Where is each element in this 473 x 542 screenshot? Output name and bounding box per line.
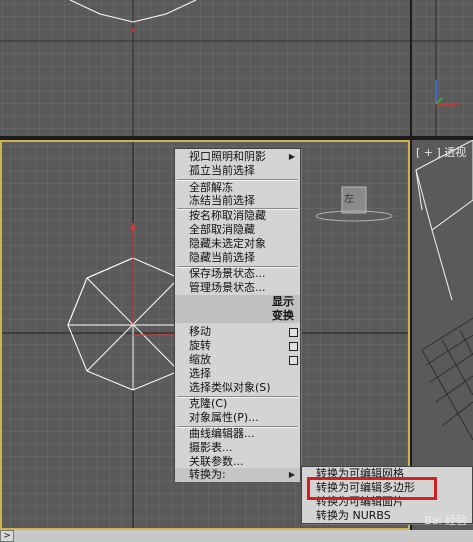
options-box-icon[interactable]: [289, 356, 298, 365]
menu-item-unhide-by-name[interactable]: 按名称取消隐藏: [175, 209, 300, 223]
submenu-arrow-icon: ▶: [288, 152, 295, 161]
menu-item-rotate[interactable]: 旋转: [175, 339, 300, 353]
menu-item-wire-parameters[interactable]: 关联参数...: [175, 455, 300, 469]
viewport-top[interactable]: [0, 0, 410, 136]
menu-header-display: 显示: [175, 295, 300, 309]
menu-item-label: 视口照明和阴影: [189, 150, 266, 163]
menu-header-transform: 变换: [175, 309, 300, 323]
expand-arrow-icon[interactable]: >: [0, 530, 14, 542]
menu-item-freeze-selection[interactable]: 冻结当前选择: [175, 194, 300, 208]
viewport-front[interactable]: [412, 0, 473, 136]
menu-item-scale[interactable]: 缩放: [175, 353, 300, 367]
menu-item-move[interactable]: 移动: [175, 325, 300, 339]
menu-item-label: 移动: [189, 325, 211, 338]
menu-item-label: 旋转: [189, 339, 211, 352]
menu-item-hide-selection[interactable]: 隐藏当前选择: [175, 251, 300, 265]
viewport-top-grid: [0, 0, 410, 136]
menu-item-curve-editor[interactable]: 曲线编辑器...: [175, 427, 300, 441]
submenu-arrow-icon: ▶: [288, 470, 295, 479]
bottom-status-bar: >: [0, 530, 473, 542]
watermark: Bai 经验: [424, 514, 467, 527]
menu-item-select[interactable]: 选择: [175, 367, 300, 381]
submenu-item-editable-mesh[interactable]: 转换为可编辑网格: [302, 467, 472, 481]
menu-item-unfreeze-all[interactable]: 全部解冻: [175, 181, 300, 195]
menu-item-label: 缩放: [189, 353, 211, 366]
menu-item-isolate-selection[interactable]: 孤立当前选择: [175, 164, 300, 178]
submenu-item-editable-patch[interactable]: 转换为可编辑面片: [302, 495, 472, 509]
menu-item-hide-unselected[interactable]: 隐藏未选定对象: [175, 237, 300, 251]
quad-menu: 视口照明和阴影 ▶ 孤立当前选择 全部解冻 冻结当前选择 按名称取消隐藏 全部取…: [174, 148, 301, 482]
menu-item-object-properties[interactable]: 对象属性(P)...: [175, 411, 300, 425]
viewport-front-grid: [412, 0, 473, 136]
menu-item-manage-scene-states[interactable]: 管理场景状态...: [175, 281, 300, 295]
menu-item-save-scene-state[interactable]: 保存场景状态...: [175, 267, 300, 281]
viewport-perspective-label[interactable]: [ + ] 透视: [416, 144, 466, 160]
menu-item-label: 转换为:: [189, 468, 226, 481]
options-box-icon[interactable]: [289, 342, 298, 351]
menu-item-viewport-lighting[interactable]: 视口照明和阴影 ▶: [175, 150, 300, 164]
options-box-icon[interactable]: [289, 328, 298, 337]
menu-item-clone[interactable]: 克隆(C): [175, 397, 300, 411]
menu-item-select-similar[interactable]: 选择类似对象(S): [175, 381, 300, 395]
menu-item-unhide-all[interactable]: 全部取消隐藏: [175, 223, 300, 237]
menu-item-dope-sheet[interactable]: 摄影表...: [175, 441, 300, 455]
submenu-item-editable-poly[interactable]: 转换为可编辑多边形: [302, 481, 472, 495]
menu-item-convert-to[interactable]: 转换为: ▶: [175, 468, 300, 482]
viewcube-label[interactable]: 左: [344, 190, 354, 205]
